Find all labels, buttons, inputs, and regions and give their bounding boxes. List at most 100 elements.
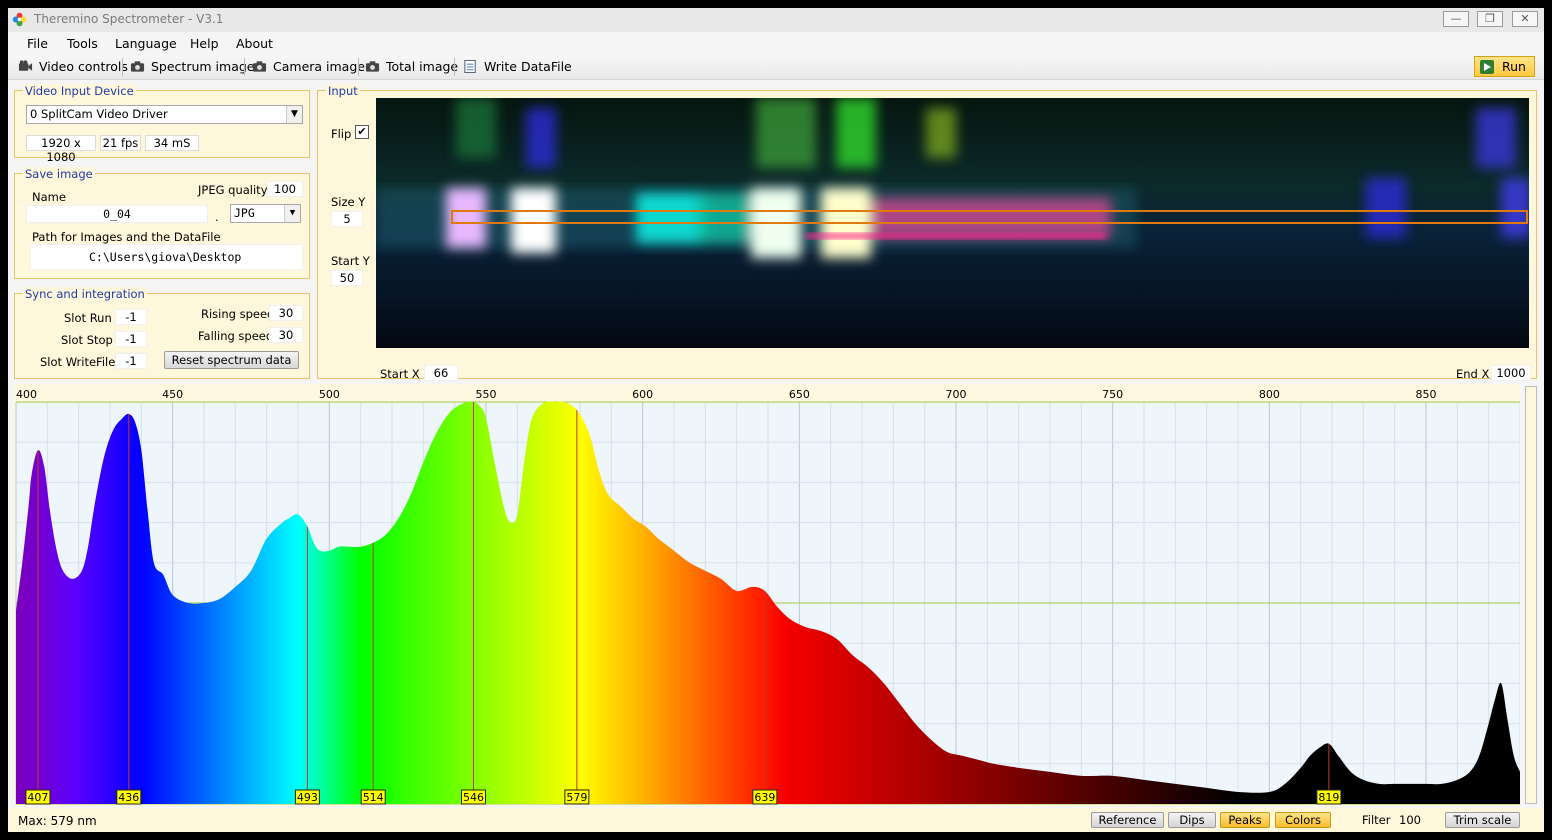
- camera-image-button[interactable]: Camera image: [252, 59, 365, 74]
- vertical-scrollbar[interactable]: [1525, 386, 1537, 804]
- rising-speed-input[interactable]: 30: [269, 305, 303, 321]
- peak-label: 493: [297, 791, 318, 804]
- start-x-label: Start X: [380, 367, 420, 381]
- menu-help[interactable]: Help: [190, 36, 219, 51]
- slot-stop-label: Slot Stop: [61, 333, 113, 347]
- menu-file[interactable]: File: [27, 36, 48, 51]
- end-x-input[interactable]: 1000: [1491, 365, 1531, 381]
- peak-label: 514: [363, 791, 384, 804]
- x-tick-label: 800: [1259, 388, 1280, 401]
- x-tick-label: 750: [1102, 388, 1123, 401]
- total-image-button[interactable]: Total image: [365, 59, 458, 74]
- peaks-button[interactable]: Peaks: [1220, 812, 1270, 828]
- sync-integration-group: Sync and integration Slot Run -1 Slot St…: [14, 287, 310, 379]
- menu-tools[interactable]: Tools: [67, 36, 98, 51]
- peak-label: 436: [118, 791, 139, 804]
- colors-button[interactable]: Colors: [1275, 812, 1331, 828]
- sync-title: Sync and integration: [23, 287, 147, 301]
- x-tick-label: 600: [632, 388, 653, 401]
- camera-image-label: Camera image: [273, 59, 365, 74]
- menu-about[interactable]: About: [236, 36, 273, 51]
- status-bar: Max: 579 nm Reference Dips Peaks Colors …: [8, 808, 1544, 832]
- x-tick-label: 500: [319, 388, 340, 401]
- menu-bar: File Tools Language Help About: [8, 32, 1544, 55]
- falling-speed-label: Falling speed: [198, 329, 274, 343]
- spectrum-chart[interactable]: 400 450 500 550 600 650 700 750 800 850 407 436 493…: [14, 384, 1520, 806]
- camera-icon: [130, 61, 145, 72]
- video-device-select[interactable]: 0 SplitCam Video Driver ▼: [26, 105, 303, 124]
- menu-language[interactable]: Language: [115, 36, 177, 51]
- x-tick-label: 700: [946, 388, 967, 401]
- video-camera-icon: [18, 60, 33, 71]
- write-datafile-button[interactable]: Write DataFile: [463, 59, 572, 74]
- total-image-label: Total image: [386, 59, 459, 74]
- filter-value[interactable]: 100: [1399, 813, 1421, 827]
- video-controls-label: Video controls: [39, 59, 128, 74]
- rising-speed-label: Rising speed: [201, 307, 275, 321]
- toolbar: Video controls Spectrum image Camera ima…: [8, 55, 1544, 80]
- x-tick-label: 550: [476, 388, 497, 401]
- write-datafile-label: Write DataFile: [484, 59, 572, 74]
- peak-label: 819: [1318, 791, 1339, 804]
- peak-label: 579: [566, 791, 587, 804]
- spectrum-image-button[interactable]: Spectrum image: [130, 59, 254, 74]
- video-device-value: 0 SplitCam Video Driver: [30, 107, 168, 121]
- restore-button[interactable]: ❐: [1477, 11, 1503, 27]
- magenta-band: [806, 233, 1106, 239]
- camera-image[interactable]: [376, 98, 1529, 348]
- video-controls-button[interactable]: Video controls: [18, 59, 128, 74]
- peak-label: 639: [754, 791, 775, 804]
- flip-checkbox[interactable]: ✔: [355, 125, 369, 139]
- run-button[interactable]: Run: [1474, 56, 1535, 77]
- start-y-label: Start Y: [331, 254, 370, 268]
- format-value: JPG: [234, 206, 255, 220]
- slot-writefile-input[interactable]: -1: [115, 353, 147, 369]
- jpeg-quality-label: JPEG quality: [198, 183, 268, 197]
- minimize-button[interactable]: —: [1443, 11, 1469, 27]
- end-x-label: End X: [1456, 367, 1490, 381]
- peak-label: 407: [27, 791, 48, 804]
- dips-button[interactable]: Dips: [1168, 812, 1216, 828]
- falling-speed-input[interactable]: 30: [269, 327, 303, 343]
- spectrum-image-label: Spectrum image: [151, 59, 255, 74]
- reference-button[interactable]: Reference: [1091, 812, 1164, 828]
- slot-run-input[interactable]: -1: [115, 309, 147, 325]
- close-button[interactable]: ✕: [1512, 11, 1538, 27]
- trim-scale-button[interactable]: Trim scale: [1445, 812, 1520, 828]
- path-input[interactable]: C:\Users\giova\Desktop: [30, 244, 303, 270]
- toolbar-separator: [358, 58, 359, 76]
- run-label: Run: [1502, 59, 1526, 74]
- format-select[interactable]: JPG ▼: [230, 204, 301, 223]
- start-y-input[interactable]: 50: [331, 270, 363, 286]
- chevron-down-icon: ▼: [286, 106, 302, 123]
- start-x-input[interactable]: 66: [424, 365, 458, 381]
- toolbar-separator: [244, 58, 245, 76]
- fps-display: 21 fps: [100, 135, 141, 151]
- peak-label: 546: [463, 791, 484, 804]
- video-input-group: Video Input Device 0 SplitCam Video Driv…: [14, 84, 310, 164]
- toolbar-separator: [454, 58, 455, 76]
- chevron-down-icon: ▼: [284, 205, 300, 222]
- app-window: Theremino Spectrometer - V3.1 — ❐ ✕ File…: [8, 8, 1544, 832]
- name-input[interactable]: 0_04: [26, 205, 208, 223]
- play-icon: [1480, 59, 1494, 74]
- slot-run-label: Slot Run: [64, 311, 112, 325]
- slot-writefile-label: Slot WriteFile: [40, 355, 116, 369]
- toolbar-separator: [122, 58, 123, 76]
- flip-label: Flip: [331, 127, 352, 141]
- size-y-input[interactable]: 5: [331, 211, 363, 227]
- reset-spectrum-button[interactable]: Reset spectrum data: [164, 351, 299, 369]
- slot-stop-input[interactable]: -1: [115, 331, 147, 347]
- save-image-title: Save image: [23, 167, 95, 181]
- document-icon: [464, 60, 476, 73]
- camera-icon: [365, 61, 380, 72]
- app-logo-icon: [12, 12, 27, 27]
- x-tick-label: 650: [789, 388, 810, 401]
- x-tick-label: 450: [162, 388, 183, 401]
- x-tick-label: 850: [1416, 388, 1437, 401]
- filter-label: Filter: [1362, 813, 1391, 827]
- title-bar: Theremino Spectrometer - V3.1 — ❐ ✕: [8, 8, 1544, 33]
- name-label: Name: [32, 190, 66, 204]
- jpeg-quality-input[interactable]: 100: [267, 181, 303, 197]
- save-image-group: Save image Name JPEG quality 100 0_04 . …: [14, 167, 310, 279]
